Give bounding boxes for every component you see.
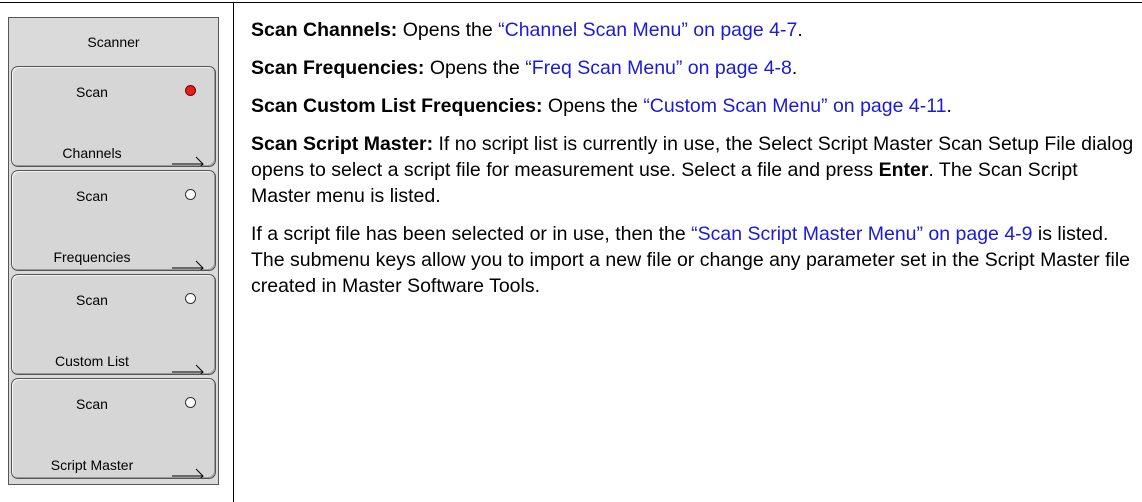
term: Scan Custom List Frequencies:	[251, 95, 543, 117]
key-label-bottom: Custom List	[55, 353, 129, 369]
term: Scan Channels:	[251, 19, 398, 41]
scanner-softkey-menu: Scanner Scan Channels Scan Frequencies S…	[8, 17, 219, 485]
body-text: If a script file has been selected or in…	[251, 223, 692, 245]
link-channel-scan-menu[interactable]: “Channel Scan Menu” on page 4-7	[498, 19, 797, 41]
indicator-icon	[185, 293, 196, 304]
active-indicator-icon	[185, 85, 196, 96]
description-text: Scan Channels: Opens the “Channel Scan M…	[251, 17, 1136, 311]
indicator-icon	[185, 189, 196, 200]
key-label-bottom: Channels	[62, 145, 122, 161]
enter-key-name: Enter	[878, 159, 929, 181]
link-scan-script-master-menu[interactable]: “Scan Script Master Menu” on page 4-9	[691, 223, 1032, 245]
body-text: .	[797, 19, 803, 41]
body-text: Opens the	[397, 19, 499, 41]
scan-frequencies-key[interactable]: Scan Frequencies	[11, 170, 216, 271]
indicator-icon	[185, 397, 196, 408]
paragraph-scan-channels: Scan Channels: Opens the “Channel Scan M…	[251, 17, 1136, 43]
key-label-top: Scan	[76, 292, 108, 308]
term: Scan Script Master:	[251, 133, 434, 155]
paragraph-scan-frequencies: Scan Frequencies: Opens the “Freq Scan M…	[251, 55, 1136, 81]
submenu-arrow-icon	[172, 156, 204, 166]
link-custom-scan-menu[interactable]: “Custom Scan Menu” on page 4-11	[643, 95, 946, 117]
key-label-top: Scan	[76, 396, 108, 412]
menu-title: Scanner	[87, 34, 140, 50]
submenu-arrow-icon	[172, 364, 204, 374]
scan-script-master-key[interactable]: Scan Script Master	[11, 378, 216, 479]
scan-custom-list-key[interactable]: Scan Custom List	[11, 274, 216, 375]
paragraph-scan-custom-list: Scan Custom List Frequencies: Opens the …	[251, 93, 1136, 119]
paragraph-scan-script-master: Scan Script Master: If no script list is…	[251, 131, 1136, 209]
key-label-bottom: Frequencies	[53, 249, 131, 265]
body-text: .	[791, 57, 798, 79]
column-divider	[233, 2, 234, 502]
submenu-arrow-icon	[172, 260, 204, 270]
scan-channels-key[interactable]: Scan Channels	[11, 66, 216, 167]
body-text: Opens the	[424, 57, 526, 79]
key-label-top: Scan	[76, 188, 108, 204]
body-text: Opens the	[542, 95, 644, 117]
key-label-bottom: Script Master	[50, 457, 134, 473]
key-label-top: Scan	[76, 84, 108, 100]
term: Scan Frequencies:	[251, 57, 425, 79]
top-rule	[0, 2, 1142, 3]
submenu-arrow-icon	[172, 468, 204, 478]
link-freq-scan-menu[interactable]: “Freq Scan Menu” on page 4-8	[525, 57, 792, 79]
paragraph-script-selected: If a script file has been selected or in…	[251, 221, 1136, 299]
body-text: .	[946, 95, 952, 117]
